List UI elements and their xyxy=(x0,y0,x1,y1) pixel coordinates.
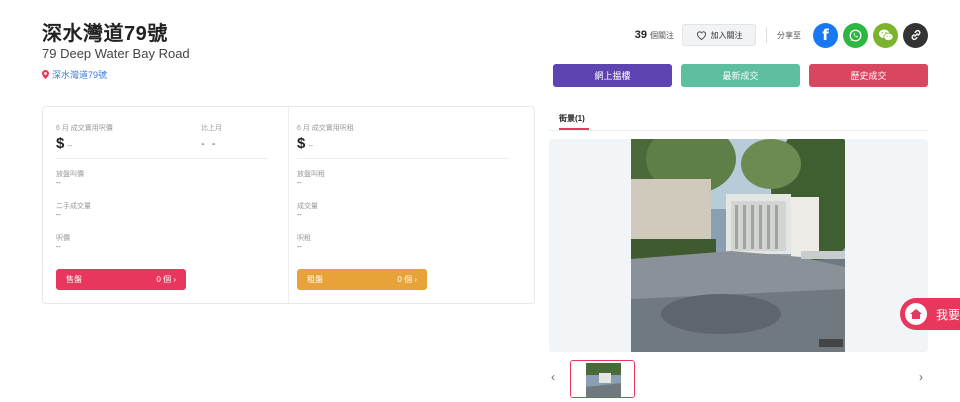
history-transactions-button[interactable]: 歷史成交 xyxy=(809,64,928,87)
latest-transactions-button[interactable]: 最新成交 xyxy=(681,64,800,87)
online-search-button[interactable]: 網上揾樓 xyxy=(553,64,672,87)
follow-count: 39 xyxy=(634,29,647,41)
sale-price-value: -- xyxy=(67,143,73,150)
wechat-icon[interactable] xyxy=(873,22,898,48)
street-view-viewer[interactable] xyxy=(549,139,928,352)
rent-psf-label: 呎租 xyxy=(297,235,311,242)
rent-column: 6 月 成交實用呎租 $ -- 放盤叫租 -- 成交量 -- 呎租 -- 租盤 0… xyxy=(289,107,535,303)
rent-listings-button[interactable]: 租盤 0 個 › xyxy=(297,269,427,290)
prev-thumbnail-arrow[interactable]: ‹ xyxy=(551,370,555,384)
chevron-right-icon: › xyxy=(414,275,417,284)
change-value: - - xyxy=(201,138,218,150)
chevron-right-icon: › xyxy=(173,275,176,284)
sale-listings-label: 售盤 xyxy=(66,275,82,284)
floating-action-button[interactable]: 我要 xyxy=(900,298,960,330)
sale-divider xyxy=(56,158,268,159)
listing-price-label: 放盤叫價 xyxy=(56,171,84,178)
house-icon xyxy=(905,303,927,325)
property-title: 深水灣道79號 xyxy=(42,23,168,45)
psf-label: 呎價 xyxy=(56,235,70,242)
rent-month-label: 6 月 成交實用呎租 xyxy=(297,125,354,132)
action-buttons: 網上揾樓 最新成交 歷史成交 xyxy=(553,64,928,87)
add-follow-button[interactable]: 加入關注 xyxy=(682,24,756,46)
thumbnail-1[interactable] xyxy=(570,360,635,398)
rent-price: $ -- xyxy=(297,135,314,152)
rent-listings-label: 租盤 xyxy=(307,275,323,284)
rent-psf-value: -- xyxy=(297,244,302,251)
whatsapp-icon[interactable] xyxy=(843,22,868,48)
map-pin-icon xyxy=(42,70,49,79)
add-follow-label: 加入關注 xyxy=(710,30,743,40)
thumbnail-strip: ‹ › xyxy=(549,358,928,398)
rent-listings-count: 0 個 xyxy=(397,275,413,284)
listing-rent-label: 放盤叫租 xyxy=(297,171,325,178)
thumbnail-photo xyxy=(571,361,634,397)
listing-price-value: -- xyxy=(56,180,61,187)
header-toolbar: 39 個關注 加入關注 分享至 f xyxy=(635,22,928,48)
tab-divider xyxy=(549,130,928,131)
heart-icon xyxy=(696,31,706,40)
share-label: 分享至 xyxy=(777,30,801,40)
psf-value: -- xyxy=(56,244,61,251)
location-text: 深水灣道79號 xyxy=(52,70,108,80)
facebook-icon[interactable]: f xyxy=(813,22,838,48)
sale-month-label: 6 月 成交實用呎價 xyxy=(56,125,113,132)
rent-volume-label: 成交量 xyxy=(297,203,318,210)
location-link[interactable]: 深水灣道79號 xyxy=(42,68,107,81)
sale-listings-count: 0 個 xyxy=(156,275,172,284)
sale-listings-count-wrap: 0 個 › xyxy=(156,274,176,285)
next-thumbnail-arrow[interactable]: › xyxy=(919,370,923,384)
floating-action-label: 我要 xyxy=(936,307,960,322)
sale-listings-button[interactable]: 售盤 0 個 › xyxy=(56,269,186,290)
street-view-photo xyxy=(631,139,845,352)
sale-column: 6 月 成交實用呎價 $ -- 比上月 - - 放盤叫價 -- 二手成交量 -- … xyxy=(43,107,289,303)
market-summary-panel: 6 月 成交實用呎價 $ -- 比上月 - - 放盤叫價 -- 二手成交量 -- … xyxy=(42,106,535,304)
sale-price: $ -- xyxy=(56,135,73,152)
link-icon[interactable] xyxy=(903,22,928,48)
change-label: 比上月 xyxy=(201,125,222,132)
tab-street-view[interactable]: 街景(1) xyxy=(559,113,585,124)
follow-count-label: 個關注 xyxy=(650,30,674,40)
secondary-volume-value: -- xyxy=(56,212,61,219)
secondary-volume-label: 二手成交量 xyxy=(56,203,91,210)
rent-listings-count-wrap: 0 個 › xyxy=(397,274,417,285)
toolbar-divider xyxy=(766,27,767,43)
rent-divider xyxy=(297,158,509,159)
listing-rent-value: -- xyxy=(297,180,302,187)
rent-price-value: -- xyxy=(308,143,314,150)
rent-volume-value: -- xyxy=(297,212,302,219)
property-subtitle: 79 Deep Water Bay Road xyxy=(42,46,190,61)
